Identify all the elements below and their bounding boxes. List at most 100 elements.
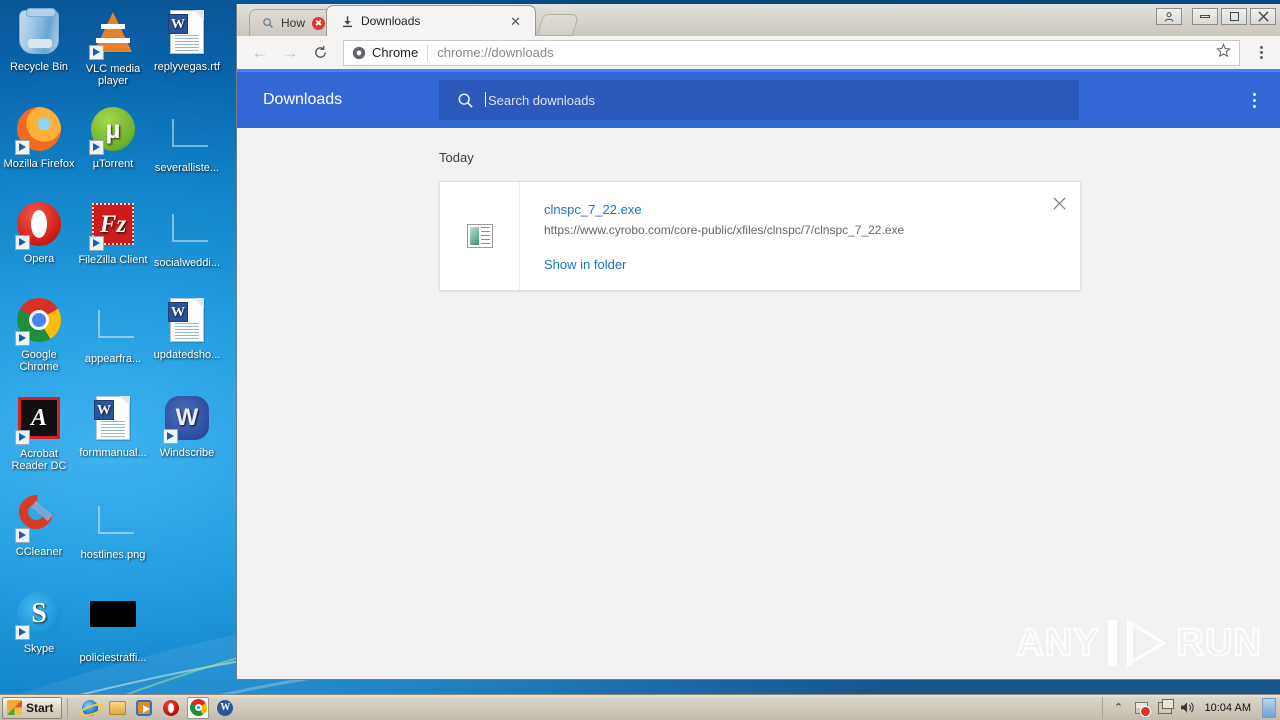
system-tray[interactable]: ⌃ 10:04 AM <box>1101 696 1280 719</box>
download-item-info: clnspc_7_22.exe https://www.cyrobo.com/c… <box>520 182 1080 290</box>
watermark-text-right: RUN <box>1176 621 1262 665</box>
search-icon <box>263 18 273 28</box>
browser-menu-button[interactable] <box>1250 46 1272 59</box>
browser-titlebar[interactable]: How ✖ Downloads ✕ <box>237 4 1280 36</box>
download-source-url: https://www.cyrobo.com/core-public/xfile… <box>544 223 905 237</box>
clipped-file-icon <box>89 302 137 350</box>
start-button[interactable]: Start <box>2 696 63 719</box>
omnibox-brand: Chrome <box>352 45 418 60</box>
taskbar-item-windows-explorer[interactable] <box>106 697 128 719</box>
desktop-icon-severalliste[interactable]: severalliste... <box>150 105 224 174</box>
tab-how[interactable]: How ✖ <box>249 9 333 36</box>
desktop-icon-policiestraffi[interactable]: policiestraffi... <box>76 590 150 664</box>
vlc-media-player-icon <box>89 12 137 60</box>
volume-icon[interactable] <box>1180 700 1196 716</box>
desktop-icon-hostlines-png[interactable]: hostlines.png <box>76 492 150 561</box>
taskbar-separator <box>67 697 69 718</box>
opera-icon <box>15 202 63 250</box>
clipped-file-icon <box>163 111 211 159</box>
remove-download-icon[interactable] <box>1048 192 1070 214</box>
bookmark-star-icon[interactable] <box>1216 43 1231 62</box>
recycle-bin-icon <box>15 8 63 58</box>
browser-toolbar[interactable]: ← → Chrome chrome://downloads <box>237 36 1280 72</box>
desktop-icon-label: socialweddi... <box>153 257 221 269</box>
desktop-icon-updatedsho[interactable]: W updatedsho... <box>150 296 224 361</box>
new-tab-button[interactable] <box>536 14 580 36</box>
chrome-browser-window[interactable]: How ✖ Downloads ✕ ← → Chrome chrome://do… <box>236 4 1280 680</box>
ccleaner-icon <box>12 488 63 543</box>
taskbar-clock[interactable]: 10:04 AM <box>1203 702 1253 714</box>
address-bar[interactable]: Chrome chrome://downloads <box>343 39 1240 66</box>
downloads-list: Today clnspc_7_22.exe https://www.cyrobo… <box>237 128 1280 291</box>
desktop-icon-label: Acrobat Reader DC <box>11 448 67 472</box>
desktop-icon-ccleaner[interactable]: CCleaner <box>2 488 76 558</box>
taskbar-item-internet-explorer[interactable] <box>79 697 101 719</box>
clipped-file-icon <box>163 206 211 254</box>
word-icon: W <box>217 699 234 716</box>
desktop-icon-mozilla-firefox[interactable]: Mozilla Firefox <box>2 105 76 170</box>
clipped-file-icon <box>89 498 137 546</box>
desktop-icon-label: replyvegas.rtf <box>153 61 221 73</box>
action-center-flag-icon[interactable] <box>1134 700 1152 717</box>
desktop-icon-recycle-bin[interactable]: Recycle Bin <box>2 8 76 73</box>
network-icon[interactable] <box>1157 698 1174 716</box>
forward-button[interactable]: → <box>277 40 303 66</box>
folder-icon <box>108 700 126 715</box>
desktop-icon-label: Opera <box>23 253 55 265</box>
desktop-icon-socialweddi[interactable]: socialweddi... <box>150 200 224 269</box>
filezilla-icon: Fz <box>89 203 137 251</box>
chrome-icon <box>15 298 63 346</box>
desktop-icon-vlc-media-player[interactable]: VLC media player <box>76 8 150 87</box>
desktop-icon-label: Mozilla Firefox <box>3 158 75 170</box>
downloads-header: Downloads Search downloads <box>237 72 1280 128</box>
back-button[interactable]: ← <box>247 40 273 66</box>
desktop-icon-opera[interactable]: Opera <box>2 200 76 265</box>
download-file-icon-cell <box>440 182 520 290</box>
windscribe-icon: W <box>163 396 211 444</box>
acrobat-reader-icon <box>15 397 63 445</box>
chrome-icon <box>189 699 207 716</box>
anyrun-watermark: ANY RUN <box>1015 619 1262 667</box>
desktop-icon-google-chrome[interactable]: Google Chrome <box>2 296 76 373</box>
downloads-menu-button[interactable] <box>1242 92 1266 108</box>
desktop-icon-label: µTorrent <box>92 158 134 170</box>
search-downloads-input[interactable]: Search downloads <box>439 80 1079 120</box>
omnibox-brand-label: Chrome <box>372 45 419 60</box>
tab-strip[interactable]: How ✖ Downloads ✕ <box>237 4 580 36</box>
downloads-page: Downloads Search downloads Today clnspc_… <box>237 72 1280 679</box>
taskbar-item-google-chrome[interactable] <box>187 696 210 719</box>
windows-taskbar[interactable]: Start W ⌃ 10:04 AM <box>0 694 1280 720</box>
show-hidden-icons-button[interactable]: ⌃ <box>1111 700 1127 716</box>
utorrent-icon: µ <box>89 107 137 155</box>
desktop-icon-utorrent[interactable]: µ µTorrent <box>76 105 150 170</box>
maximize-button[interactable] <box>1221 8 1247 25</box>
word-document-icon: W <box>163 10 211 58</box>
desktop-icon-acrobat-reader-dc[interactable]: Acrobat Reader DC <box>2 394 76 472</box>
exe-file-icon <box>466 224 493 248</box>
tab-title: Downloads <box>361 14 421 28</box>
taskbar-item-microsoft-word[interactable]: W <box>214 697 236 719</box>
desktop-icon-skype[interactable]: S Skype <box>2 590 76 655</box>
download-date-group: Today <box>439 150 474 165</box>
taskbar-item-windows-media-player[interactable] <box>133 697 155 719</box>
desktop-icon-appearfra[interactable]: appearfra... <box>76 296 150 365</box>
taskbar-item-opera[interactable] <box>160 697 182 719</box>
desktop-icon-formmanual[interactable]: W formmanual... <box>76 394 150 459</box>
taskbar-app-buttons[interactable]: W <box>79 696 236 719</box>
show-in-folder-link[interactable]: Show in folder <box>544 257 1058 272</box>
desktop-icon-filezilla-client[interactable]: Fz FileZilla Client <box>76 200 150 266</box>
desktop-icon-replyvegas-rtf[interactable]: W replyvegas.rtf <box>150 8 224 73</box>
download-file-name[interactable]: clnspc_7_22.exe <box>544 202 1058 217</box>
tab-close-icon[interactable]: ✕ <box>510 15 521 28</box>
window-controls[interactable] <box>1156 8 1276 25</box>
reload-button[interactable] <box>307 40 333 66</box>
page-title: Downloads <box>263 91 343 108</box>
download-item[interactable]: clnspc_7_22.exe https://www.cyrobo.com/c… <box>439 181 1081 291</box>
desktop-icon-label: appearfra... <box>84 353 142 365</box>
tab-downloads[interactable]: Downloads ✕ <box>326 5 537 36</box>
close-button[interactable] <box>1250 8 1276 25</box>
show-desktop-button[interactable] <box>1262 697 1276 718</box>
minimize-button[interactable] <box>1192 8 1218 25</box>
desktop-icon-windscribe[interactable]: W Windscribe <box>150 394 224 459</box>
profile-icon[interactable] <box>1156 8 1182 25</box>
